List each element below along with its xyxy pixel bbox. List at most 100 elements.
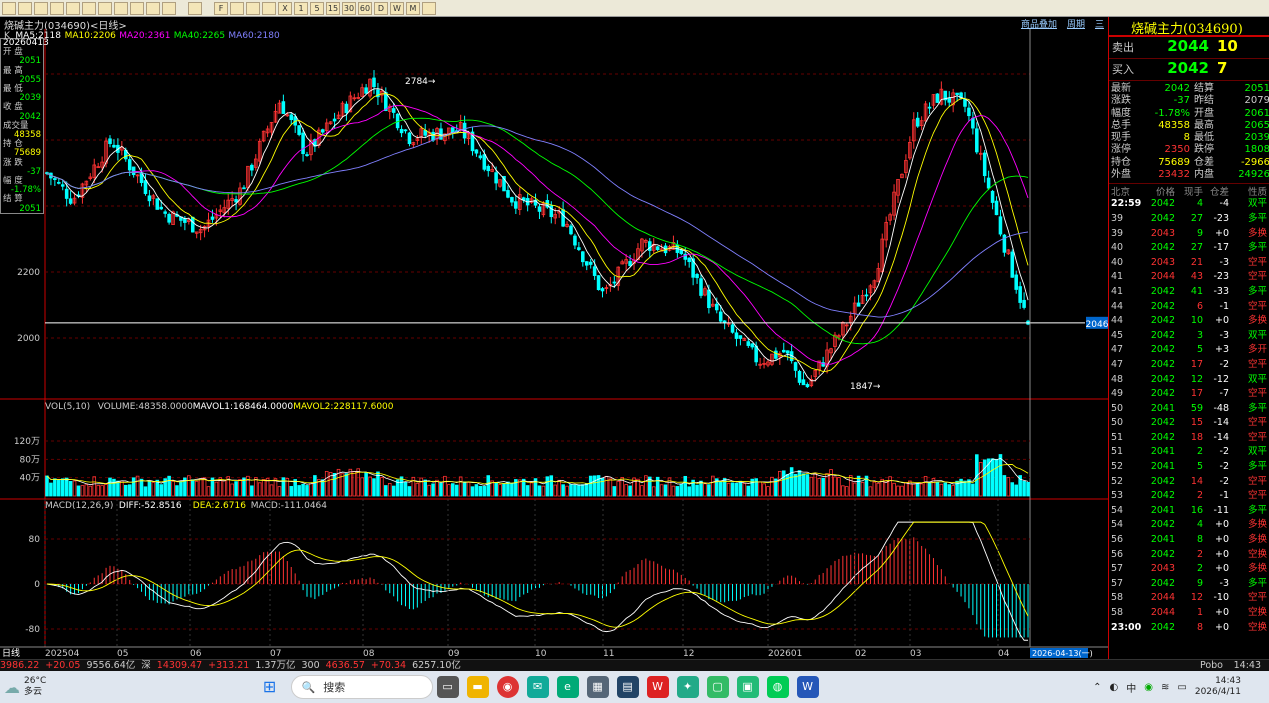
sell-row[interactable]: 卖出 2044 10 [1109,37,1269,59]
tick-row[interactable]: 51 2041 2 -2 双平 [1109,445,1269,460]
volume-bar [112,478,116,497]
search-box[interactable]: 🔍 搜索 [290,675,433,699]
volume-bar [451,483,455,497]
candle [1010,251,1015,278]
volume-bar [494,482,498,497]
tick-row[interactable]: 23:00 2042 8 +0 空换 [1109,621,1269,636]
tick-price: 2042 [1150,285,1175,297]
tick-row[interactable]: 22:59 2042 4 -4 双平 [1109,197,1269,212]
chrome-icon[interactable]: ◉ [496,676,519,698]
tick-row[interactable]: 54 2041 16 -11 多平 [1109,504,1269,519]
tick-row[interactable]: 49 2042 17 -7 空平 [1109,387,1269,402]
box-icon[interactable]: 1 [294,1,308,15]
wechat-work-icon[interactable]: ✉ [526,676,549,698]
word-icon[interactable]: W [796,676,819,698]
filter-icon[interactable] [146,1,160,15]
start-icon[interactable]: ⊞ [259,676,281,698]
pobo-icon[interactable]: ▤ [616,676,639,698]
volume-bar [651,486,656,497]
wechat-icon[interactable]: ◍ [766,676,789,698]
tick-row[interactable]: 52 2042 14 -2 空平 [1109,475,1269,490]
macd-legend: DIFF:-52.8516 [119,501,182,511]
tick-row[interactable]: 52 2041 5 -2 多平 [1109,460,1269,475]
tick-row[interactable]: 47 2042 17 -2 空平 [1109,358,1269,373]
tick-time: 56 [1111,548,1124,560]
candlestick-chart[interactable]: 22002000K MA5:2118 MA10:2206 MA20:2361 MA40:… [0,29,1108,659]
battery-icon[interactable]: ▭ [1177,682,1186,693]
chart-icon[interactable] [34,1,48,15]
box-icon[interactable]: X [278,1,292,15]
tick-row[interactable]: 39 2043 9 +0 多换 [1109,227,1269,242]
tick-row[interactable]: 47 2042 5 +3 多开 [1109,343,1269,358]
grid-icon[interactable] [188,1,202,15]
tick-row[interactable]: 54 2042 4 +0 多换 [1109,518,1269,533]
tick-time: 52 [1111,461,1124,473]
network-icon[interactable]: ◐ [1110,682,1119,693]
tick-row[interactable]: 44 2042 10 +0 多换 [1109,314,1269,329]
tick-row[interactable]: 53 2042 2 -1 空平 [1109,489,1269,504]
tick-row[interactable]: 58 2044 12 -10 空平 [1109,591,1269,606]
edge-icon[interactable]: e [556,676,579,698]
chart-icon[interactable] [18,1,32,15]
candle [967,107,971,117]
ime-indicator[interactable]: 中 [1126,680,1136,695]
tick-row[interactable]: 44 2042 6 -1 空平 [1109,300,1269,315]
list-icon[interactable] [162,1,176,15]
tick-time: 58 [1111,592,1124,604]
tick-row[interactable]: 51 2042 18 -14 空平 [1109,431,1269,446]
tick-row[interactable]: 57 2042 9 -3 多平 [1109,577,1269,592]
clock[interactable]: 14:43 2026/4/11 [1195,676,1241,698]
app-icon[interactable]: ✦ [676,676,699,698]
pen-icon[interactable] [114,1,128,15]
box-icon[interactable] [262,1,276,15]
tick-row[interactable]: 56 2042 2 +0 空换 [1109,548,1269,563]
folder-icon[interactable]: ▬ [466,676,489,698]
tick-row[interactable]: 41 2044 43 -23 空平 [1109,270,1269,285]
tick-row[interactable]: 39 2042 27 -23 多平 [1109,212,1269,227]
box-icon[interactable]: 60 [358,1,372,15]
taskview-icon[interactable]: ▭ [436,676,459,698]
tick-row[interactable]: 40 2043 21 -3 空平 [1109,256,1269,271]
tick-row[interactable]: 41 2042 41 -33 多平 [1109,285,1269,300]
box-icon[interactable]: D [374,1,388,15]
calculator-icon[interactable]: ▦ [586,676,609,698]
tick-row[interactable]: 45 2042 3 -3 双平 [1109,329,1269,344]
buy-row[interactable]: 买入 2042 7 [1109,59,1269,81]
volume-bar [841,485,845,497]
chevron-up-icon[interactable]: ⌃ [1093,682,1101,693]
box-icon[interactable]: 5 [310,1,324,15]
tick-row[interactable]: 50 2041 59 -48 多平 [1109,402,1269,417]
tick-list[interactable]: 22:59 2042 4 -4 双平 39 2042 27 -23 多平 39 2043 9 +0 多换 40… [1109,197,1269,635]
box-icon[interactable]: M [406,1,420,15]
box-icon[interactable]: 15 [326,1,340,15]
box-icon[interactable] [246,1,260,15]
tick-row[interactable]: 58 2044 1 +0 空换 [1109,606,1269,621]
refresh-icon[interactable] [50,1,64,15]
screen-icon[interactable]: ▢ [706,676,729,698]
box-icon[interactable] [230,1,244,15]
buy-label: 买入 [1112,63,1134,76]
home-icon[interactable] [2,1,16,15]
tick-row[interactable]: 40 2042 27 -17 多平 [1109,241,1269,256]
wifi-icon[interactable]: ≋ [1161,682,1169,693]
image-icon[interactable] [98,1,112,15]
ime-icon[interactable]: ◉ [1144,682,1153,693]
tick-row[interactable]: 50 2042 15 -14 空平 [1109,416,1269,431]
tick-row[interactable]: 48 2042 12 -12 双平 [1109,373,1269,388]
tick-row[interactable]: 57 2043 2 +0 多换 [1109,562,1269,577]
search-icon[interactable] [66,1,80,15]
box-icon[interactable]: F [214,1,228,15]
eraser-icon[interactable] [130,1,144,15]
tick-row[interactable]: 56 2041 8 +0 多换 [1109,533,1269,548]
photos-icon[interactable]: ▣ [736,676,759,698]
volume-bar [458,476,463,497]
box-icon[interactable] [422,1,436,15]
weather-widget[interactable]: ☁ 26°C 多云 [4,676,74,698]
search-icon[interactable] [82,1,96,15]
quote-value: -2966 [1240,156,1269,168]
wps-icon[interactable]: W [646,676,669,698]
volume-bar [1010,482,1015,497]
date-tick-label: 03 [910,649,921,659]
box-icon[interactable]: W [390,1,404,15]
box-icon[interactable]: 30 [342,1,356,15]
